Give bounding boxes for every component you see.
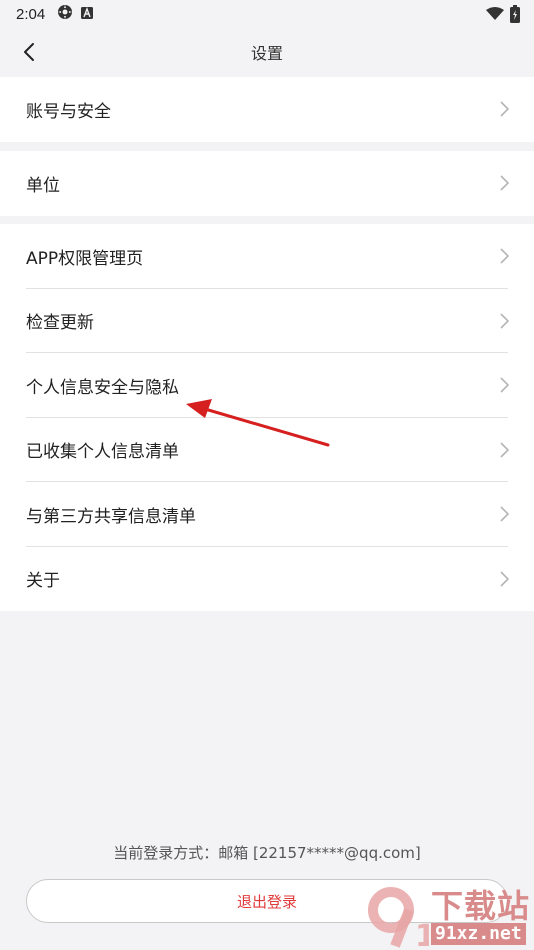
watermark-site-text: 91xz.net xyxy=(430,923,526,945)
wifi-icon xyxy=(486,7,504,25)
settings-item-app-permissions[interactable]: APP权限管理页 xyxy=(0,224,534,289)
page-title: 设置 xyxy=(250,44,283,63)
settings-item-third-party-sharing-list[interactable]: 与第三方共享信息清单 xyxy=(0,482,534,547)
settings-item-label: 单位 xyxy=(26,175,60,196)
settings-gear-icon xyxy=(57,4,73,24)
status-bar: 2:04 xyxy=(0,0,534,28)
battery-icon xyxy=(510,5,520,27)
chevron-right-icon xyxy=(500,442,510,458)
settings-group-privacy: APP权限管理页 检查更新 个人信息安全与隐私 已收集个人信息清单 与第三方共享… xyxy=(0,224,534,611)
chevron-right-icon xyxy=(500,377,510,393)
settings-item-label: 账号与安全 xyxy=(26,101,111,122)
nav-bar: 设置 xyxy=(0,28,534,76)
chevron-right-icon xyxy=(500,248,510,264)
settings-item-label: 关于 xyxy=(26,571,60,592)
settings-item-unit[interactable]: 单位 xyxy=(0,151,534,216)
settings-item-label: 已收集个人信息清单 xyxy=(26,442,179,463)
status-time: 2:04 xyxy=(16,5,46,23)
settings-item-account-security[interactable]: 账号与安全 xyxy=(0,77,534,142)
settings-item-about[interactable]: 关于 xyxy=(0,547,534,612)
chevron-right-icon xyxy=(500,175,510,191)
settings-group-unit: 单位 xyxy=(0,151,534,216)
a-letter-icon xyxy=(81,6,94,23)
settings-item-label: APP权限管理页 xyxy=(26,248,144,269)
chevron-right-icon xyxy=(500,313,510,329)
login-method-text: 当前登录方式：邮箱 [22157*****@qq.com] xyxy=(113,844,421,862)
svg-text:1: 1 xyxy=(415,919,429,948)
chevron-left-icon xyxy=(24,43,34,61)
settings-item-label: 检查更新 xyxy=(26,313,94,334)
settings-group-account: 账号与安全 xyxy=(0,77,534,142)
chevron-right-icon xyxy=(500,571,510,587)
settings-item-check-update[interactable]: 检查更新 xyxy=(0,289,534,354)
settings-item-privacy-security[interactable]: 个人信息安全与隐私 xyxy=(0,353,534,418)
logout-button[interactable]: 退出登录 xyxy=(26,879,508,923)
chevron-right-icon xyxy=(500,506,510,522)
settings-item-collected-info-list[interactable]: 已收集个人信息清单 xyxy=(0,418,534,483)
chevron-right-icon xyxy=(500,101,510,117)
back-button[interactable] xyxy=(18,40,42,64)
settings-item-label: 个人信息安全与隐私 xyxy=(26,377,179,398)
settings-item-label: 与第三方共享信息清单 xyxy=(26,506,196,527)
